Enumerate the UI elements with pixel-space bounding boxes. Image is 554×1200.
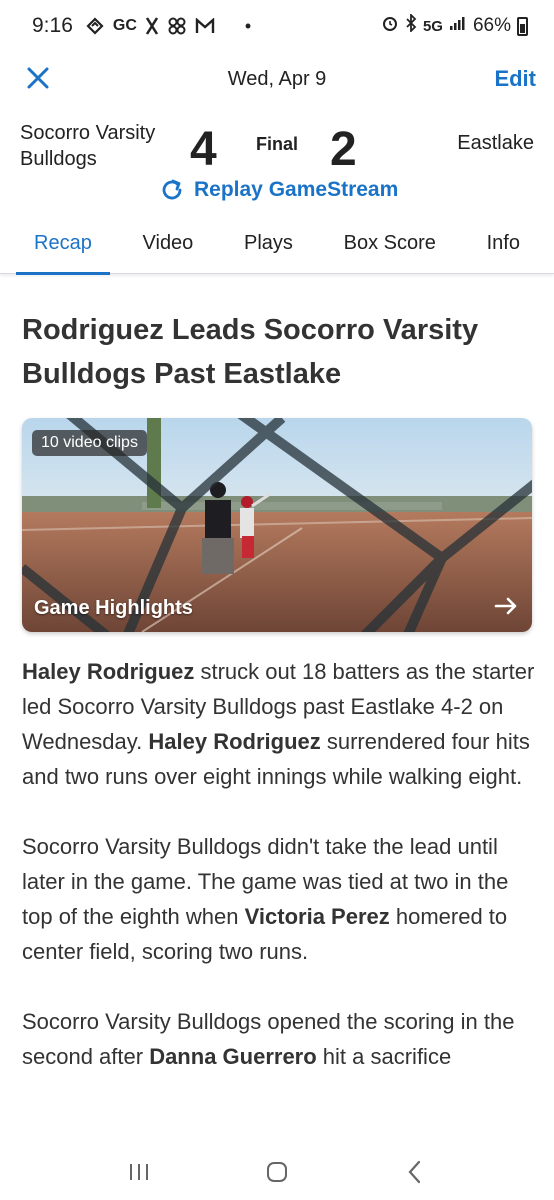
recent-apps-icon bbox=[130, 1164, 148, 1180]
article-paragraph: Haley Rodriguez struck out 18 batters as… bbox=[22, 659, 535, 789]
home-icon bbox=[267, 1162, 287, 1182]
player-name: Haley Rodriguez bbox=[148, 729, 321, 754]
alarm-icon bbox=[381, 14, 399, 38]
pinwheel-icon bbox=[167, 16, 187, 36]
home-score: 4 bbox=[190, 123, 217, 176]
network-label: 5G bbox=[422, 17, 443, 35]
edit-button[interactable]: Edit bbox=[494, 66, 536, 92]
tab-recap[interactable]: Recap bbox=[16, 222, 110, 275]
arrow-right-icon bbox=[494, 597, 517, 615]
tab-box-score[interactable]: Box Score bbox=[326, 222, 454, 274]
top-bar: Wed, Apr 9 Edit bbox=[0, 56, 554, 102]
tab-plays[interactable]: Plays bbox=[226, 222, 311, 274]
article-paragraph: Socorro Varsity Bulldogs didn't take the… bbox=[22, 834, 509, 964]
replay-gamestream-button[interactable]: Replay GameStream bbox=[158, 176, 398, 204]
gc-text-icon: GC bbox=[112, 17, 137, 34]
game-status: Final bbox=[256, 134, 299, 154]
replay-icon bbox=[162, 179, 182, 200]
recent-apps-button[interactable] bbox=[119, 1156, 159, 1188]
dot-icon: • bbox=[244, 15, 252, 36]
tab-video[interactable]: Video bbox=[125, 222, 212, 274]
player-name: Haley Rodriguez bbox=[22, 659, 195, 684]
video-clip-count: 10 video clips bbox=[32, 430, 147, 456]
home-team-name: Socorro Varsity Bulldogs bbox=[20, 122, 156, 170]
back-icon bbox=[408, 1160, 421, 1184]
status-time: 9:16 bbox=[32, 14, 73, 37]
battery-icon bbox=[517, 16, 528, 36]
game-date: Wed, Apr 9 bbox=[227, 68, 327, 90]
tab-bar: Recap Video Plays Box Score Info bbox=[0, 222, 554, 275]
game-highlights-card[interactable]: 10 video clips Game Highlights bbox=[22, 418, 532, 632]
away-score: 2 bbox=[330, 123, 357, 176]
away-team-name: Eastlake bbox=[457, 132, 534, 154]
back-button[interactable] bbox=[395, 1156, 435, 1188]
x-icon bbox=[145, 16, 159, 36]
gmail-icon bbox=[195, 18, 215, 34]
tab-info[interactable]: Info bbox=[469, 222, 538, 274]
gamechanger-icon bbox=[85, 16, 105, 36]
replay-label: Replay GameStream bbox=[194, 178, 399, 201]
scoreboard: Socorro Varsity Bulldogs 4 Final 2 Eastl… bbox=[0, 116, 554, 212]
article-paragraph: Socorro Varsity Bulldogs opened the scor… bbox=[22, 1009, 515, 1069]
highlights-label: Game Highlights bbox=[34, 597, 193, 619]
system-nav-bar bbox=[0, 1144, 554, 1200]
battery-label: 66% bbox=[472, 15, 511, 36]
article-body: Haley Rodriguez struck out 18 batters as… bbox=[22, 654, 538, 1109]
player-name: Victoria Perez bbox=[244, 904, 390, 929]
status-bar: 9:16 GC • 5G 66% bbox=[0, 0, 554, 52]
article-title: Rodriguez Leads Socorro Varsity Bulldogs… bbox=[22, 314, 479, 390]
home-button[interactable] bbox=[257, 1156, 297, 1188]
player-name: Danna Guerrero bbox=[149, 1044, 317, 1069]
bluetooth-icon bbox=[405, 12, 417, 38]
signal-icon bbox=[449, 15, 467, 37]
